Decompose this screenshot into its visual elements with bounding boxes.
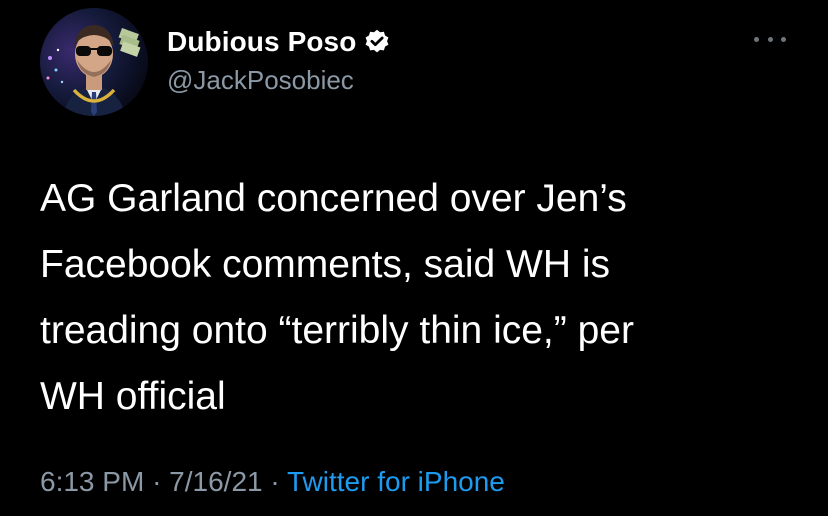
tweet-meta: 6:13 PM · 7/16/21 · Twitter for iPhone bbox=[40, 466, 505, 498]
dot bbox=[781, 36, 786, 42]
dot bbox=[767, 36, 773, 42]
dot bbox=[754, 36, 759, 42]
tweet-source-link[interactable]: Twitter for iPhone bbox=[287, 466, 505, 497]
meta-separator: · bbox=[270, 466, 280, 497]
avatar-image bbox=[40, 8, 148, 116]
author-name-row[interactable]: Dubious Poso bbox=[167, 24, 391, 60]
tweet: Dubious Poso @JackPosobiec AG Garland co… bbox=[0, 0, 828, 516]
tweet-text: AG Garland concerned over Jen’s Facebook… bbox=[40, 166, 800, 430]
tweet-text-line: Facebook comments, said WH is bbox=[40, 243, 611, 286]
tweet-date[interactable]: 7/16/21 bbox=[169, 466, 262, 497]
meta-separator: · bbox=[152, 466, 162, 497]
verified-badge-icon bbox=[363, 28, 391, 56]
tweet-time[interactable]: 6:13 PM bbox=[40, 466, 144, 497]
tweet-text-line: AG Garland concerned over Jen’s bbox=[40, 177, 627, 220]
tweet-text-line: treading onto “terribly thin ice,” per bbox=[40, 309, 634, 352]
author-handle[interactable]: @JackPosobiec bbox=[167, 65, 354, 96]
avatar[interactable] bbox=[40, 8, 148, 116]
more-horizontal-icon[interactable] bbox=[754, 30, 786, 48]
tweet-text-line: WH official bbox=[40, 375, 226, 418]
display-name[interactable]: Dubious Poso bbox=[167, 26, 356, 58]
